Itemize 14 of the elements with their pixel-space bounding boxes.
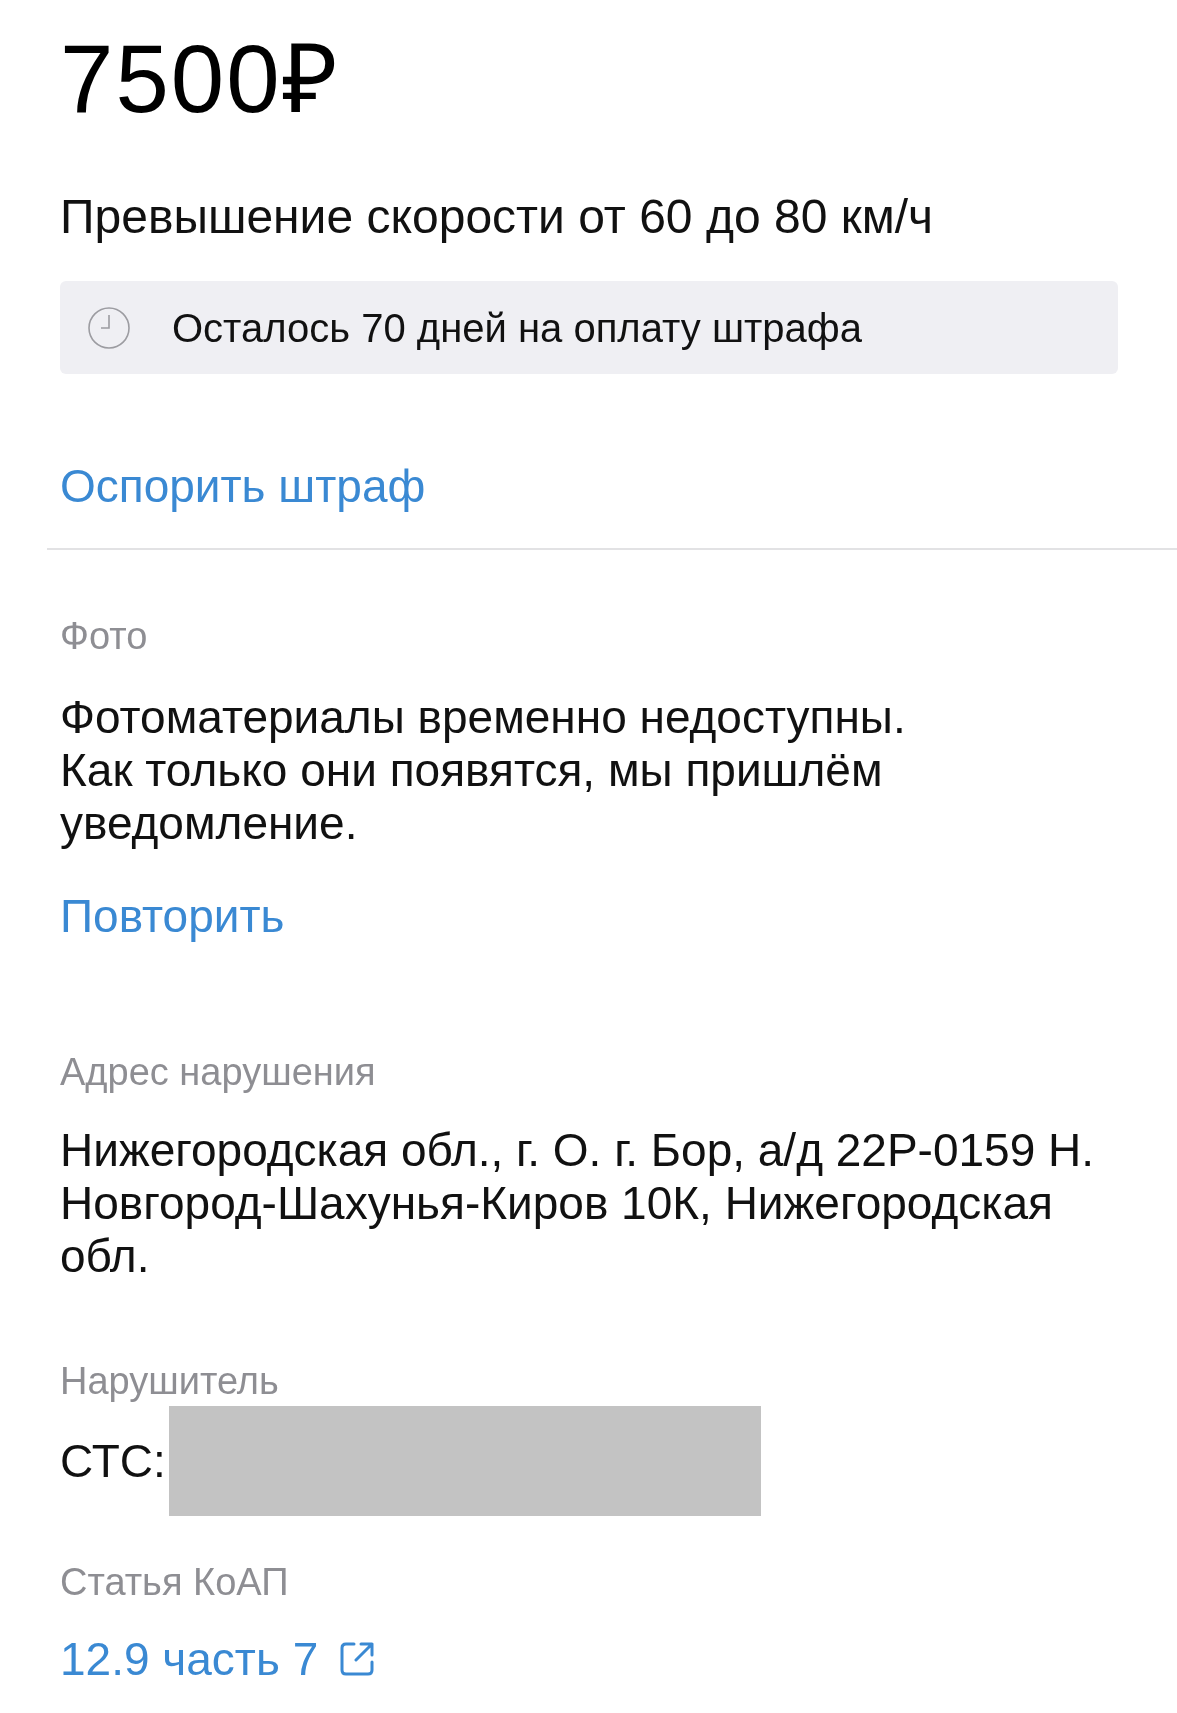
- action-link[interactable]: Повторить: [60, 888, 285, 944]
- field-label: СТС:: [60, 1434, 166, 1489]
- section-text: Нижегородская обл., г. О. г. Бор, а/д 22Р-0159 Н. Новгород-Шахунья-Киров 10К, Нижегородская обл.: [60, 1124, 1096, 1283]
- clock-icon: [88, 306, 130, 349]
- deadline-text: Осталось 70 дней на оплату штрафа: [172, 304, 862, 352]
- section-label: Нарушитель: [60, 1359, 280, 1404]
- violation-title: Превышение скорости от 60 до 80 км/ч: [60, 189, 934, 245]
- fine-amount: 7500₽: [60, 29, 341, 129]
- section-label: Статья КоАП: [60, 1560, 290, 1605]
- section-label: Фото: [60, 614, 149, 659]
- section-label: Адрес нарушения: [60, 1050, 377, 1095]
- dispute-link[interactable]: Оспорить штраф: [60, 458, 426, 514]
- section-text: Фотоматериалы временно недоступны. Как только они появятся, мы пришлём уведомление.: [60, 691, 907, 850]
- article-link[interactable]: 12.9 часть 7: [60, 1631, 375, 1687]
